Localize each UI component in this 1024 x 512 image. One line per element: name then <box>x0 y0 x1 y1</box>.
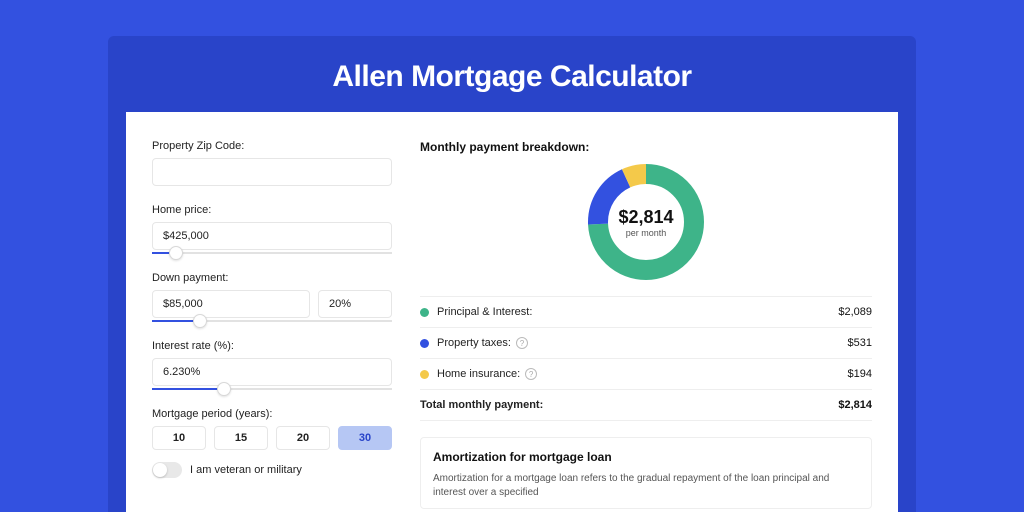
legend-row-taxes: Property taxes: ? $531 <box>420 328 872 359</box>
donut-wrap: $2,814 per month <box>420 162 872 282</box>
down-payment-pct-input[interactable] <box>318 290 392 318</box>
legend-row-insurance: Home insurance: ? $194 <box>420 359 872 390</box>
veteran-label: I am veteran or military <box>190 464 302 476</box>
legend-value: $2,089 <box>838 306 872 318</box>
total-label: Total monthly payment: <box>420 399 543 411</box>
down-payment-input[interactable] <box>152 290 310 318</box>
dot-icon <box>420 370 429 379</box>
breakdown-column: Monthly payment breakdown: $2,814 per mo… <box>420 140 872 512</box>
legend-value: $531 <box>848 337 872 349</box>
period-option-30[interactable]: 30 <box>338 426 392 450</box>
home-price-slider[interactable] <box>152 252 392 254</box>
interest-label: Interest rate (%): <box>152 340 392 352</box>
period-option-15[interactable]: 15 <box>214 426 268 450</box>
period-option-20[interactable]: 20 <box>276 426 330 450</box>
dot-icon <box>420 339 429 348</box>
info-icon[interactable]: ? <box>525 368 537 380</box>
zip-label: Property Zip Code: <box>152 140 392 152</box>
input-column: Property Zip Code: Home price: Down paym… <box>152 140 392 512</box>
home-price-label: Home price: <box>152 204 392 216</box>
info-icon[interactable]: ? <box>516 337 528 349</box>
veteran-row: I am veteran or military <box>152 462 392 478</box>
period-segmented: 10 15 20 30 <box>152 426 392 450</box>
zip-field: Property Zip Code: <box>152 140 392 186</box>
period-option-10[interactable]: 10 <box>152 426 206 450</box>
amortization-text: Amortization for a mortgage loan refers … <box>433 472 859 500</box>
down-payment-slider[interactable] <box>152 320 392 322</box>
legend-label: Property taxes: <box>437 337 511 349</box>
period-field: Mortgage period (years): 10 15 20 30 <box>152 408 392 450</box>
home-price-input[interactable] <box>152 222 392 250</box>
zip-input[interactable] <box>152 158 392 186</box>
legend-row-principal: Principal & Interest: $2,089 <box>420 297 872 328</box>
legend-label: Principal & Interest: <box>437 306 532 318</box>
page-title: Allen Mortgage Calculator <box>108 36 916 112</box>
interest-slider[interactable] <box>152 388 392 390</box>
total-value: $2,814 <box>838 399 872 411</box>
period-label: Mortgage period (years): <box>152 408 392 420</box>
donut-amount: $2,814 <box>618 207 673 228</box>
donut-sub: per month <box>626 228 667 238</box>
legend-value: $194 <box>848 368 872 380</box>
donut-chart: $2,814 per month <box>586 162 706 282</box>
down-payment-field: Down payment: <box>152 272 392 322</box>
amortization-card: Amortization for mortgage loan Amortizat… <box>420 437 872 509</box>
legend: Principal & Interest: $2,089 Property ta… <box>420 296 872 421</box>
legend-row-total: Total monthly payment: $2,814 <box>420 390 872 421</box>
interest-field: Interest rate (%): <box>152 340 392 390</box>
dot-icon <box>420 308 429 317</box>
legend-label: Home insurance: <box>437 368 520 380</box>
amortization-title: Amortization for mortgage loan <box>433 450 859 464</box>
down-payment-label: Down payment: <box>152 272 392 284</box>
home-price-field: Home price: <box>152 204 392 254</box>
calculator-card: Allen Mortgage Calculator Property Zip C… <box>108 36 916 512</box>
interest-input[interactable] <box>152 358 392 386</box>
breakdown-title: Monthly payment breakdown: <box>420 140 872 154</box>
veteran-toggle[interactable] <box>152 462 182 478</box>
main-panel: Property Zip Code: Home price: Down paym… <box>126 112 898 512</box>
